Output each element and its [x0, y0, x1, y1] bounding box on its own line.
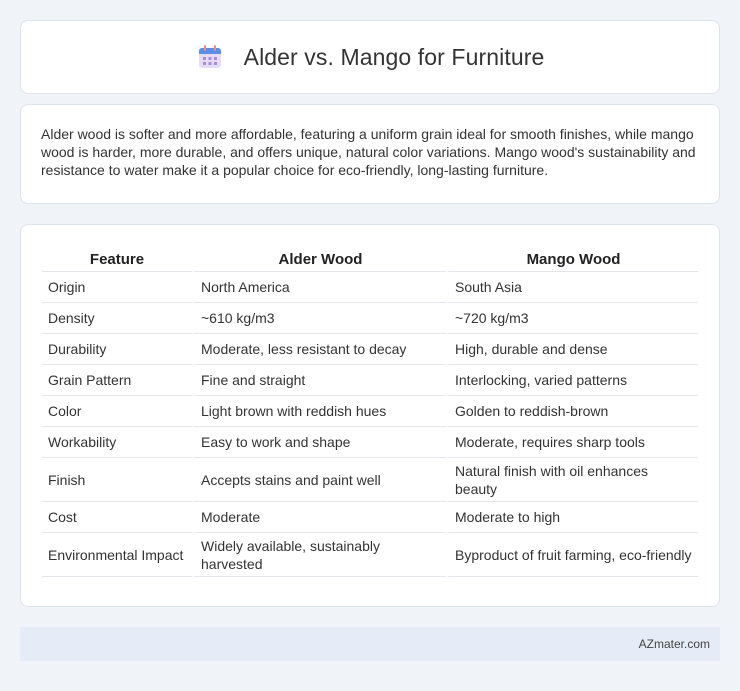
footer: AZmater.com	[20, 627, 720, 661]
table-row: Density ~610 kg/m3 ~720 kg/m3	[42, 303, 698, 334]
cell-mango: South Asia	[446, 272, 698, 303]
table-row: Finish Accepts stains and paint well Nat…	[42, 458, 698, 502]
cell-mango: ~720 kg/m3	[446, 303, 698, 334]
header-alder: Alder Wood	[192, 246, 446, 272]
cell-mango: Moderate, requires sharp tools	[446, 427, 698, 458]
intro-text: Alder wood is softer and more affordable…	[41, 126, 696, 178]
cell-alder: North America	[192, 272, 446, 303]
cell-feature: Density	[42, 303, 192, 334]
intro-card: Alder wood is softer and more affordable…	[20, 104, 720, 204]
comparison-table: Feature Alder Wood Mango Wood Origin Nor…	[42, 246, 698, 577]
cell-feature: Environmental Impact	[42, 533, 192, 577]
cell-feature: Origin	[42, 272, 192, 303]
cell-feature: Cost	[42, 502, 192, 533]
table-row: Grain Pattern Fine and straight Interloc…	[42, 365, 698, 396]
cell-alder: Moderate	[192, 502, 446, 533]
cell-mango: Interlocking, varied patterns	[446, 365, 698, 396]
page-title: Alder vs. Mango for Furniture	[243, 43, 545, 70]
cell-feature: Grain Pattern	[42, 365, 192, 396]
table-row: Durability Moderate, less resistant to d…	[42, 334, 698, 365]
cell-mango: Natural finish with oil enhances beauty	[446, 458, 698, 502]
footer-brand[interactable]: AZmater.com	[639, 637, 710, 651]
cell-alder: Accepts stains and paint well	[192, 458, 446, 502]
cell-feature: Finish	[42, 458, 192, 502]
cell-alder: Moderate, less resistant to decay	[192, 334, 446, 365]
cell-feature: Workability	[42, 427, 192, 458]
title-card: Alder vs. Mango for Furniture	[20, 20, 720, 94]
table-header-row: Feature Alder Wood Mango Wood	[42, 246, 698, 272]
comparison-card: Feature Alder Wood Mango Wood Origin Nor…	[20, 224, 720, 607]
cell-alder: ~610 kg/m3	[192, 303, 446, 334]
cell-alder: Easy to work and shape	[192, 427, 446, 458]
cell-mango: Byproduct of fruit farming, eco-friendly	[446, 533, 698, 577]
cell-mango: Golden to reddish-brown	[446, 396, 698, 427]
table-row: Origin North America South Asia	[42, 272, 698, 303]
table-row: Environmental Impact Widely available, s…	[42, 533, 698, 577]
table-row: Workability Easy to work and shape Moder…	[42, 427, 698, 458]
cell-alder: Light brown with reddish hues	[192, 396, 446, 427]
header-feature: Feature	[42, 246, 192, 272]
table-row: Cost Moderate Moderate to high	[42, 502, 698, 533]
cell-mango: High, durable and dense	[446, 334, 698, 365]
cell-feature: Durability	[42, 334, 192, 365]
calendar-icon	[196, 43, 224, 71]
cell-mango: Moderate to high	[446, 502, 698, 533]
cell-alder: Fine and straight	[192, 365, 446, 396]
header-mango: Mango Wood	[446, 246, 698, 272]
cell-alder: Widely available, sustainably harvested	[192, 533, 446, 577]
table-row: Color Light brown with reddish hues Gold…	[42, 396, 698, 427]
cell-feature: Color	[42, 396, 192, 427]
